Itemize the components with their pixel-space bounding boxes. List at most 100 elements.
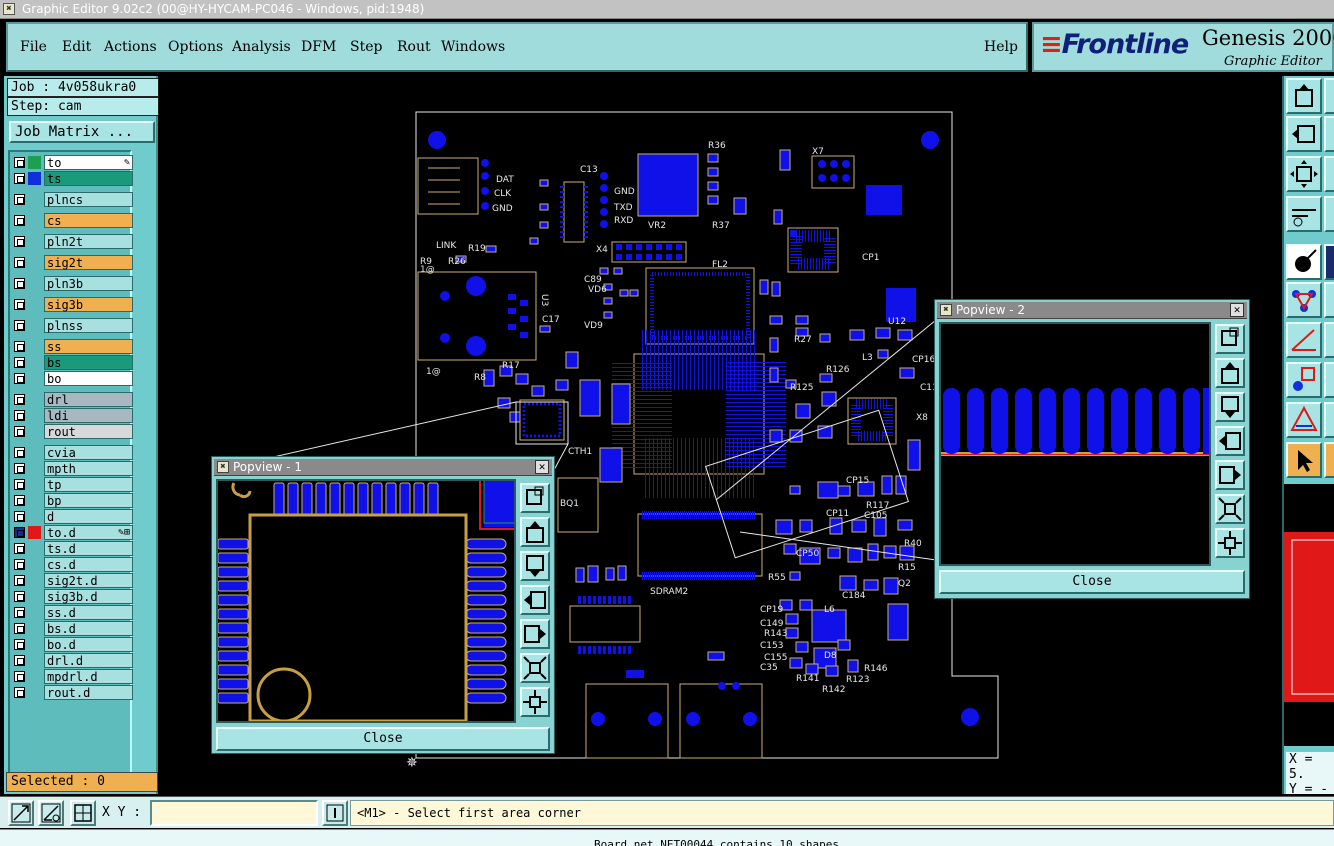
popview-1-pan-left-icon[interactable] [520,585,550,615]
layer-checkbox[interactable] [14,173,25,184]
window-icon[interactable]: ✖ [3,3,15,15]
menu-rout[interactable]: Rout [397,39,431,55]
layer-checkbox[interactable] [14,559,25,570]
layer-row-ts[interactable]: ts [12,171,133,186]
layer-row-mpdrl-d[interactable]: mpdrl.d [12,669,133,684]
layer-name[interactable]: mpdrl.d [44,669,133,684]
popview-1-view[interactable] [216,479,516,723]
layer-row-ss-d[interactable]: ss.d [12,605,133,620]
popview-2-zoom-icon[interactable] [1215,324,1245,354]
layer-row-plnss[interactable]: plnss [12,318,133,333]
layer-checkbox[interactable] [14,215,25,226]
toolbar-extra-6[interactable] [1324,282,1334,318]
layer-checkbox[interactable] [14,299,25,310]
layer-name[interactable]: d [44,509,133,524]
layer-checkbox[interactable] [14,447,25,458]
layer-row-drl[interactable]: drl [12,392,133,407]
layer-checkbox[interactable] [14,394,25,405]
popview-1-pan-right-icon[interactable] [520,619,550,649]
xy-input[interactable] [150,800,318,826]
layer-name[interactable]: bo.d [44,637,133,652]
layer-name[interactable]: mpth [44,461,133,476]
popview-2-pan-right-icon[interactable] [1215,460,1245,490]
layer-row-rout-d[interactable]: rout.d [12,685,133,700]
popview-1-close-button[interactable]: Close [216,727,550,751]
layer-name[interactable]: bo [44,371,133,386]
info-icon[interactable] [322,800,348,826]
measure-tool-icon[interactable] [1286,196,1322,232]
menu-windows[interactable]: Windows [441,39,505,55]
menu-dfm[interactable]: DFM [301,39,336,55]
layer-row-sig2t-d[interactable]: sig2t.d [12,573,133,588]
layer-row-bs[interactable]: bs [12,355,133,370]
layer-checkbox[interactable] [14,687,25,698]
layer-checkbox[interactable] [14,278,25,289]
net-icon[interactable] [1286,282,1322,318]
layer-row-cvia[interactable]: cvia [12,445,133,460]
layer-name[interactable]: ts.d [44,541,133,556]
layer-checkbox[interactable] [14,341,25,352]
import-left-icon[interactable] [1286,116,1322,152]
popview-1-pan-down-icon[interactable] [520,551,550,581]
layer-name[interactable]: cs [44,213,133,228]
fit-icon[interactable] [1286,156,1322,192]
layer-row-cs[interactable]: cs [12,213,133,228]
layer-checkbox[interactable] [14,320,25,331]
layer-row-mpth[interactable]: mpth [12,461,133,476]
popview-2-pan-left-icon[interactable] [1215,426,1245,456]
menu-help[interactable]: Help [984,39,1018,55]
layer-checkbox[interactable] [14,410,25,421]
toolbar-extra-5[interactable] [1324,244,1334,280]
layer-name[interactable]: pln2t [44,234,133,249]
layer-row-to-d[interactable]: to.d ✎⊞ [12,525,133,540]
layer-color-swatch[interactable] [28,156,41,169]
layer-checkbox[interactable] [14,463,25,474]
layer-checkbox[interactable] [14,575,25,586]
toolbar-extra-1[interactable] [1324,78,1334,114]
popview-1-zoom-out-icon[interactable] [520,687,550,717]
pad-select-icon[interactable] [1286,244,1322,280]
popview-2-zoom-in-icon[interactable] [1215,494,1245,524]
pointer-icon[interactable] [1286,442,1322,478]
layer-name[interactable]: plncs [44,192,133,207]
shape-icon[interactable] [1286,402,1322,438]
minimap[interactable] [1284,484,1334,746]
layer-name[interactable]: drl.d [44,653,133,668]
layer-name[interactable]: bs [44,355,133,370]
layer-row-d[interactable]: d [12,509,133,524]
layer-name[interactable]: bp [44,493,133,508]
layer-checkbox[interactable] [14,479,25,490]
layer-row-pln3b[interactable]: pln3b [12,276,133,291]
layer-checkbox[interactable] [14,511,25,522]
layer-row-ldi[interactable]: ldi [12,408,133,423]
layer-name[interactable]: sig3b.d [44,589,133,604]
layer-name[interactable]: sig2t [44,255,133,270]
layer-row-cs-d[interactable]: cs.d [12,557,133,572]
layer-row-sig3b[interactable]: sig3b [12,297,133,312]
layer-checkbox[interactable] [14,373,25,384]
popview-1-zoom-in-icon[interactable] [520,653,550,683]
layer-row-to[interactable]: to ✎ [12,155,133,170]
layer-checkbox[interactable] [14,527,25,538]
layer-row-pln2t[interactable]: pln2t [12,234,133,249]
layer-row-tp[interactable]: tp [12,477,133,492]
layer-row-rout[interactable]: rout [12,424,133,439]
toolbar-extra-3[interactable] [1324,156,1334,192]
toolbar-extra-8[interactable] [1324,362,1334,398]
layer-checkbox[interactable] [14,236,25,247]
layer-row-ss[interactable]: ss [12,339,133,354]
layer-name[interactable]: to.d ✎⊞ [44,525,133,540]
layer-name[interactable]: ss [44,339,133,354]
layer-name[interactable]: sig3b [44,297,133,312]
layer-row-bp[interactable]: bp [12,493,133,508]
import-up-icon[interactable] [1286,78,1322,114]
layer-name[interactable]: ss.d [44,605,133,620]
layer-name[interactable]: cvia [44,445,133,460]
popview-1-titlebar[interactable]: ✖ Popview - 1 ✕ [214,459,552,476]
layer-checkbox[interactable] [14,426,25,437]
layer-name[interactable]: pln3b [44,276,133,291]
layer-row-sig2t[interactable]: sig2t [12,255,133,270]
popview-2-titlebar[interactable]: ✖ Popview - 2 ✕ [937,302,1247,319]
menu-actions[interactable]: Actions [104,39,157,55]
grid-icon[interactable] [70,800,96,826]
